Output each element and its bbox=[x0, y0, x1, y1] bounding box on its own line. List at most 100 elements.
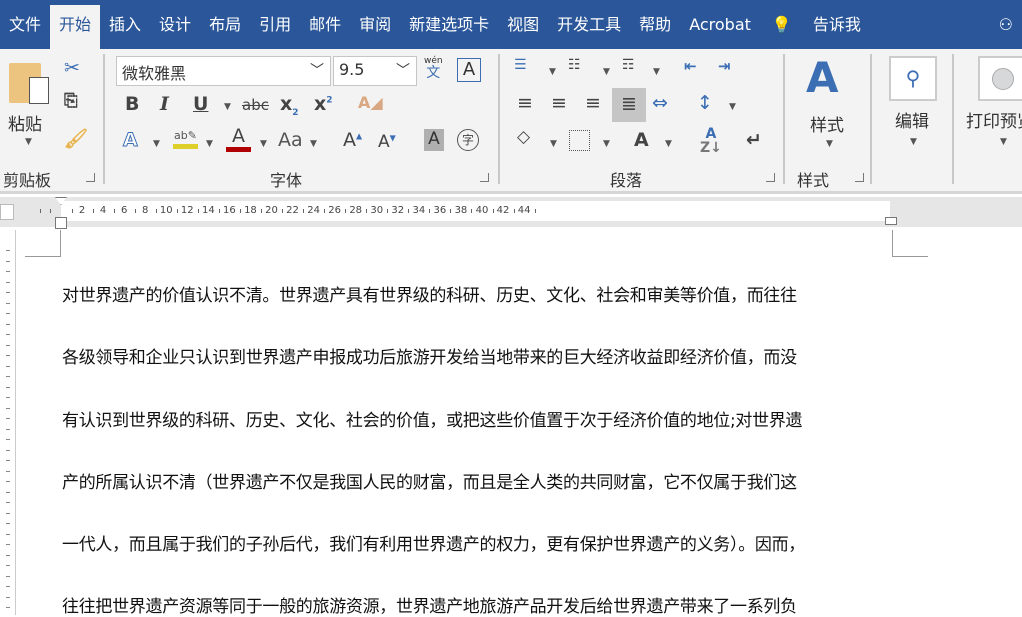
numbering-icon[interactable]: ☷ bbox=[568, 57, 581, 73]
sort-icon[interactable]: A Z↓ bbox=[700, 127, 722, 155]
character-scaling-icon[interactable]: A bbox=[634, 129, 649, 151]
clear-formatting-icon[interactable]: A◢ bbox=[358, 93, 383, 112]
tell-me-search[interactable]: 告诉我 bbox=[804, 0, 870, 49]
tab-home[interactable]: 开始 bbox=[50, 5, 101, 49]
bullets-dropdown[interactable]: ▼ bbox=[549, 67, 556, 77]
shading-icon[interactable]: ◇ bbox=[517, 127, 530, 147]
line-spacing-dropdown[interactable]: ▼ bbox=[729, 102, 736, 112]
editing-dropdown[interactable]: ▼ bbox=[910, 137, 917, 147]
styles-group-label: 样式 bbox=[797, 171, 830, 190]
align-left-icon[interactable]: ≡ bbox=[517, 92, 533, 114]
bold-icon[interactable]: B bbox=[125, 93, 139, 115]
character-border-icon[interactable]: A bbox=[457, 58, 481, 82]
highlight-color-icon[interactable]: ab✎ bbox=[173, 129, 198, 149]
tab-developer[interactable]: 开发工具 bbox=[548, 0, 630, 49]
superscript-icon[interactable]: x2 bbox=[314, 93, 333, 115]
search-icon[interactable]: ⚲ bbox=[889, 56, 937, 101]
bullets-icon[interactable]: ☰ bbox=[514, 57, 527, 73]
shrink-font-icon[interactable]: A▼ bbox=[378, 132, 396, 152]
tab-selector[interactable] bbox=[0, 204, 14, 220]
styles-launcher[interactable] bbox=[855, 173, 864, 182]
share-user-icon[interactable]: ⚇ bbox=[990, 0, 1022, 49]
format-painter-icon[interactable]: 🖌 bbox=[64, 127, 88, 150]
styles-button[interactable]: 样式 bbox=[810, 111, 844, 136]
ruler-tick bbox=[303, 209, 305, 213]
tab-acrobat[interactable]: Acrobat bbox=[680, 0, 760, 49]
scaling-dropdown[interactable]: ▼ bbox=[665, 139, 672, 149]
enclose-characters-icon[interactable]: 字 bbox=[457, 129, 479, 151]
document-page[interactable]: 对世界遗产的价值认识不清。世界遗产具有世界级的科研、历史、文化、社会和审美等价值… bbox=[17, 230, 1022, 617]
subscript-icon[interactable]: x2 bbox=[280, 93, 299, 118]
lightbulb-icon[interactable]: 💡 bbox=[760, 0, 804, 49]
ruler-tick bbox=[387, 209, 389, 213]
tab-insert[interactable]: 插入 bbox=[100, 0, 150, 49]
borders-icon[interactable] bbox=[569, 130, 590, 151]
editing-button[interactable]: 编辑 bbox=[895, 107, 929, 132]
styles-dropdown[interactable]: ▼ bbox=[826, 139, 833, 149]
highlight-dropdown[interactable]: ▼ bbox=[206, 139, 213, 149]
right-indent-icon[interactable] bbox=[885, 217, 897, 225]
cut-icon[interactable]: ✂ bbox=[64, 57, 80, 79]
print-preview-button[interactable]: 打印预览 bbox=[966, 107, 1022, 132]
multilevel-list-icon[interactable]: ☶ bbox=[622, 57, 635, 73]
change-case-dropdown[interactable]: ▼ bbox=[310, 139, 317, 149]
change-case-icon[interactable]: Aa bbox=[278, 129, 303, 151]
character-shading-icon[interactable]: A bbox=[424, 129, 444, 151]
align-right-icon[interactable]: ≡ bbox=[585, 92, 601, 114]
text-effects-dropdown[interactable]: ▼ bbox=[153, 139, 160, 149]
line-spacing-icon[interactable]: ↕ bbox=[697, 92, 713, 114]
italic-icon[interactable]: I bbox=[160, 93, 169, 115]
tab-design[interactable]: 设计 bbox=[150, 0, 200, 49]
font-launcher[interactable] bbox=[480, 173, 489, 182]
hanging-indent-icon[interactable] bbox=[55, 217, 67, 229]
ruler-tick bbox=[6, 397, 10, 398]
grow-font-icon[interactable]: A▲ bbox=[343, 129, 362, 151]
tab-new-tab[interactable]: 新建选项卡 bbox=[400, 0, 498, 49]
multilevel-dropdown[interactable]: ▼ bbox=[653, 67, 660, 77]
copy-icon[interactable]: ⎘ bbox=[64, 91, 78, 111]
tab-help[interactable]: 帮助 bbox=[630, 0, 680, 49]
tab-file[interactable]: 文件 bbox=[0, 0, 50, 49]
ribbon-tabs: 文件 开始 插入 设计 布局 引用 邮件 审阅 新建选项卡 视图 开发工具 帮助… bbox=[0, 0, 1022, 49]
paste-dropdown[interactable]: ▼ bbox=[25, 137, 32, 147]
tab-mailings[interactable]: 邮件 bbox=[300, 0, 350, 49]
document-line: 一代人，而且属于我们的子孙后代，我们有利用世界遗产的权力，更有保护世界遗产的义务… bbox=[62, 535, 805, 555]
print-preview-dropdown[interactable]: ▼ bbox=[1000, 137, 1007, 147]
tab-review[interactable]: 审阅 bbox=[350, 0, 400, 49]
tab-view[interactable]: 视图 bbox=[498, 0, 548, 49]
ruler-tick bbox=[324, 209, 326, 213]
paste-button[interactable]: 粘贴 bbox=[8, 110, 42, 135]
font-color-dropdown[interactable]: ▼ bbox=[260, 139, 267, 149]
text-effects-icon[interactable]: A bbox=[123, 129, 139, 152]
print-preview-icon[interactable] bbox=[978, 56, 1022, 101]
ruler-tick bbox=[6, 271, 10, 272]
ruler-tick bbox=[6, 607, 10, 608]
tab-references[interactable]: 引用 bbox=[250, 0, 300, 49]
numbering-dropdown[interactable]: ▼ bbox=[603, 67, 610, 77]
shading-dropdown[interactable]: ▼ bbox=[550, 139, 557, 149]
horizontal-ruler[interactable]: 2 4 6 8 10 12 14 16 18 20 22 24 26 28 30 32 34 36 38 40 42 44 bbox=[0, 197, 1022, 229]
increase-indent-icon[interactable]: ⇥ bbox=[718, 57, 731, 75]
underline-dropdown[interactable]: ▼ bbox=[224, 102, 231, 112]
phonetic-guide-button[interactable]: wén 文 bbox=[424, 57, 443, 81]
align-center-icon[interactable]: ≡ bbox=[551, 92, 567, 114]
font-name-select[interactable]: 微软雅黑 ﹀ bbox=[116, 56, 331, 86]
paragraph-launcher[interactable] bbox=[766, 173, 775, 182]
decrease-indent-icon[interactable]: ⇤ bbox=[684, 57, 697, 75]
underline-icon[interactable]: U bbox=[193, 93, 208, 115]
ruler-tick bbox=[408, 209, 410, 213]
font-size-select[interactable]: 9.5 ﹀ bbox=[333, 56, 417, 86]
clipboard-launcher[interactable] bbox=[86, 173, 95, 182]
font-color-icon[interactable]: A bbox=[226, 127, 251, 152]
justify-icon[interactable]: ≣ bbox=[612, 88, 646, 122]
borders-dropdown[interactable]: ▼ bbox=[603, 139, 610, 149]
distributed-icon[interactable]: ⇔ bbox=[652, 92, 668, 114]
styles-icon[interactable]: A bbox=[806, 53, 839, 102]
tab-layout[interactable]: 布局 bbox=[200, 0, 250, 49]
ruler-tick bbox=[6, 544, 10, 545]
show-formatting-icon[interactable]: ↵ bbox=[746, 129, 762, 151]
ruler-tick bbox=[282, 209, 284, 213]
vertical-ruler[interactable] bbox=[0, 230, 16, 615]
strikethrough-icon[interactable]: abc bbox=[242, 96, 269, 114]
ruler-number: 32 bbox=[391, 205, 405, 216]
